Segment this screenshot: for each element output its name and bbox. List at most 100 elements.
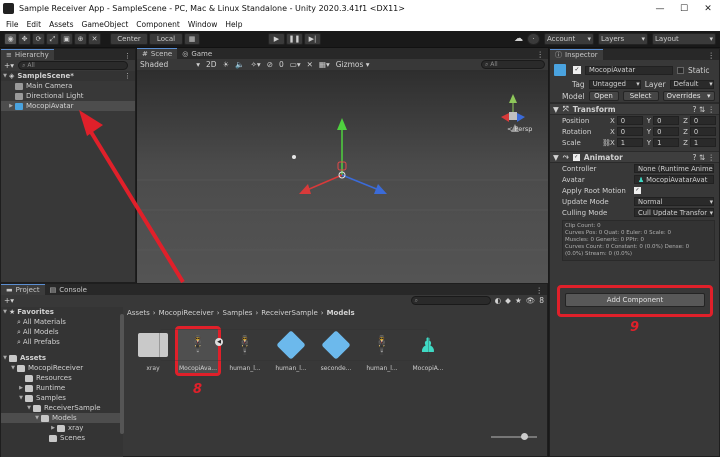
asset-label: seconde...	[320, 365, 352, 372]
expand-icon[interactable]: ▼	[9, 365, 17, 371]
asset-item-mocopi-avatar-asset[interactable]: ♟ MocopiA...	[406, 328, 450, 372]
expand-icon[interactable]: ▶	[17, 385, 25, 391]
controller-field[interactable]: None (Runtime Anime	[634, 164, 714, 173]
favorite-item[interactable]: ⌕ All Materials	[1, 317, 123, 327]
layer-dropdown[interactable]: Default ▾	[669, 79, 714, 89]
expand-icon[interactable]: ▼	[1, 355, 9, 361]
rotation-x-field[interactable]: 0	[616, 127, 643, 136]
breadcrumb-item[interactable]: MocopiReceiver	[159, 309, 214, 317]
layer-value: Default	[673, 80, 699, 88]
open-button[interactable]: Open	[588, 91, 619, 101]
minimize-button[interactable]: —	[648, 4, 672, 14]
link-icon[interactable]: ⛓	[602, 139, 611, 147]
star-icon[interactable]: ★	[515, 296, 522, 305]
tab-inspector[interactable]: ⓘ Inspector	[550, 49, 603, 60]
scale-x-field[interactable]: 1	[616, 138, 643, 147]
rotation-y-field[interactable]: 0	[653, 127, 680, 136]
folder-item-models[interactable]: ▼ Models	[1, 413, 123, 423]
asset-item-human-3[interactable]: 🕴 human_l...	[360, 328, 404, 373]
expand-icon[interactable]: ▼	[25, 405, 33, 411]
object-name-field[interactable]: MocopiAvatar	[585, 65, 673, 75]
info-line: Clip Count: 0	[565, 223, 601, 229]
expand-icon[interactable]: ▼	[1, 309, 9, 315]
component-menu-icon[interactable]: ? ⇅ ⋮	[692, 105, 715, 114]
expand-icon[interactable]: ▼	[17, 395, 25, 401]
folder-item-xray[interactable]: ▶ xray	[1, 423, 123, 433]
culling-mode-dropdown[interactable]: Cull Update Transfor ▾	[634, 208, 714, 217]
folder-item-mocopi-receiver[interactable]: ▼ MocopiReceiver	[1, 363, 123, 373]
avatar-field[interactable]: ♟ MocopiAvatarAvat	[634, 175, 714, 184]
asset-item-xray[interactable]: xray	[131, 328, 175, 372]
maximize-button[interactable]: ☐	[672, 4, 696, 14]
tag-dropdown[interactable]: Untagged ▾	[588, 79, 641, 89]
zoom-slider-track[interactable]	[491, 436, 537, 438]
asset-item-human-1[interactable]: 🕴 human_l...	[223, 328, 267, 373]
project-panel: ▬ Project ▤ Console ⋮ +▾ ⌕ ◐ ◆ ★ 👁 8 ▼ ★ F…	[0, 283, 548, 457]
position-y-field[interactable]: 0	[653, 116, 680, 125]
transform-header[interactable]: ▼ ⤧ Transform ? ⇅ ⋮	[550, 103, 719, 115]
account-dropdown[interactable]: Account ▾	[544, 33, 594, 45]
create-icon[interactable]: +▾	[4, 296, 14, 305]
expand-icon[interactable]: ▼	[33, 415, 41, 421]
select-button[interactable]: Select	[622, 91, 659, 101]
collapse-icon[interactable]: ▼	[553, 105, 559, 114]
panel-menu-icon[interactable]: ⋮	[708, 51, 716, 60]
rotation-z-field[interactable]: 0	[689, 127, 716, 136]
animator-header[interactable]: ▼ ⤳ ✓ Animator ? ⇅ ⋮	[550, 151, 719, 163]
breadcrumb-item[interactable]: Samples	[223, 309, 253, 317]
favorites-item[interactable]: ▼ ★ Favorites	[1, 307, 123, 317]
folder-icon	[25, 394, 33, 402]
breadcrumb-item[interactable]: Models	[327, 309, 355, 317]
folder-icon	[25, 384, 33, 392]
expand-icon[interactable]: ▶	[49, 425, 57, 431]
scene-panel: # Scene ◎ Game ⋮ Shaded ▾ 2D ☀ 🔈 ✧▾ ⊘ 0 ▭▾ …	[79, 48, 548, 283]
scale-y-field[interactable]: 1	[653, 138, 680, 147]
asset-item-human-2[interactable]: human_l...	[269, 328, 313, 372]
favorite-item[interactable]: ⌕ All Models	[1, 327, 123, 337]
overrides-dropdown[interactable]: Overrides ▾	[662, 91, 715, 101]
filter-type-icon[interactable]: ◐	[495, 296, 502, 305]
component-menu-icon[interactable]: ? ⇅ ⋮	[692, 153, 715, 162]
layout-dropdown[interactable]: Layout ▾	[652, 33, 716, 45]
tab-project[interactable]: ▬ Project	[1, 284, 45, 295]
update-mode-value: Normal	[638, 197, 663, 206]
add-component-button[interactable]: Add Component	[565, 293, 705, 307]
layers-dropdown[interactable]: Layers ▾	[598, 33, 648, 45]
update-mode-dropdown[interactable]: Normal ▾	[634, 197, 714, 206]
folder-label: Models	[52, 414, 77, 422]
inspector-panel: ⓘ Inspector ⋮ ✓ MocopiAvatar Static Tag U…	[549, 48, 720, 457]
static-checkbox[interactable]	[677, 66, 684, 74]
panel-menu-icon[interactable]: ⋮	[536, 286, 544, 295]
active-checkbox[interactable]: ✓	[573, 66, 581, 74]
animator-enabled-checkbox[interactable]: ✓	[572, 153, 580, 161]
folder-item-scenes[interactable]: Scenes	[1, 433, 123, 443]
root-motion-checkbox[interactable]: ✓	[634, 187, 641, 194]
close-button[interactable]: ✕	[696, 4, 720, 14]
position-z-field[interactable]: 0	[689, 116, 716, 125]
folder-item-receiversample[interactable]: ▼ ReceiverSample	[1, 403, 123, 413]
folder-item-samples[interactable]: ▼ Samples	[1, 393, 123, 403]
filter-label-icon[interactable]: ◆	[505, 296, 511, 305]
asset-item-seconde[interactable]: seconde...	[314, 328, 358, 372]
project-search-input[interactable]: ⌕	[410, 296, 491, 305]
zoom-slider-handle[interactable]	[521, 433, 528, 440]
expand-arrow-icon[interactable]: ◀	[215, 338, 223, 346]
info-line: Muscles: 0 Generic: 0 PPtr: 0	[565, 237, 644, 243]
collapse-icon[interactable]: ▼	[553, 153, 559, 162]
folder-item-runtime[interactable]: ▶ Runtime	[1, 383, 123, 393]
layout-label: Layout	[655, 35, 679, 43]
asset-label: MocopiA...	[412, 365, 444, 372]
position-x-field[interactable]: 0	[616, 116, 643, 125]
tab-console[interactable]: ▤ Console	[45, 284, 92, 295]
folder-label: ReceiverSample	[44, 404, 101, 412]
avatar-value: MocopiAvatarAvat	[646, 175, 708, 184]
breadcrumb-item[interactable]: ReceiverSample	[261, 309, 318, 317]
favorite-item[interactable]: ⌕ All Prefabs	[1, 337, 123, 347]
scale-z-field[interactable]: 1	[689, 138, 716, 147]
folder-item-resources[interactable]: Resources	[1, 373, 123, 383]
eye-icon[interactable]: 👁	[526, 296, 536, 305]
breadcrumb-item[interactable]: Assets	[127, 309, 150, 317]
position-label: Position	[562, 116, 590, 125]
assets-folder-item[interactable]: ▼ Assets	[1, 353, 123, 363]
asset-item-mocopi-avatar[interactable]: 🕴 MocopiAva...	[176, 328, 220, 373]
